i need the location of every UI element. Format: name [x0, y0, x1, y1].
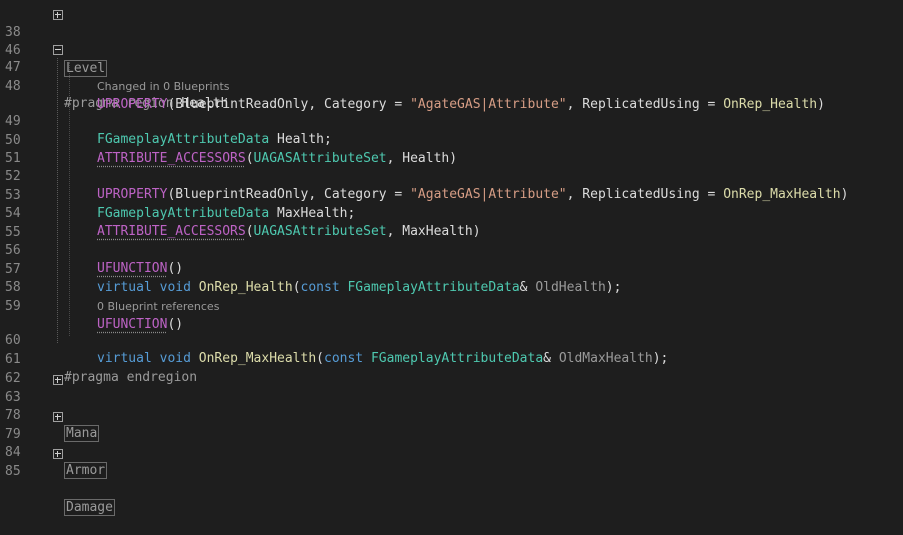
code-text: (BlueprintReadOnly, Category = [167, 97, 411, 112]
code-text: & [543, 351, 559, 366]
code-line: 60 virtual void OnRep_MaxHealth(const FG… [0, 314, 668, 366]
code-text: ); [652, 351, 669, 366]
code-line: 62 [0, 352, 31, 386]
ufunction-macro: UFUNCTION [97, 317, 168, 332]
keyword: void [159, 351, 191, 366]
code-text: () [167, 261, 184, 276]
code-text: ( [245, 151, 254, 166]
code-text: , MaxHealth) [386, 224, 481, 239]
code-text: ( [316, 351, 324, 366]
type-name: FGameplayAttributeData [370, 351, 544, 366]
collapsed-region-mana[interactable]: Mana [64, 425, 100, 442]
code-line: 54 ATTRIBUTE_ACCESSORS(UAGASAttributeSet… [0, 187, 481, 239]
keyword: const [300, 280, 340, 295]
code-line: 78 [0, 389, 31, 423]
type-name: FGameplayAttributeData [347, 280, 520, 295]
code-text: , ReplicatedUsing = [566, 97, 724, 112]
code-line: 50 ATTRIBUTE_ACCESSORS(UAGASAttributeSet… [0, 114, 457, 166]
expand-icon[interactable] [53, 412, 63, 422]
code-line: 61 #pragma endregion [0, 333, 197, 385]
code-line: 49 FGameplayAttributeData Health; [0, 95, 332, 147]
code-line: 47 #pragma region Health [0, 41, 228, 111]
function-name: OnRep_Health [198, 280, 293, 295]
code-line: 51 [0, 132, 31, 166]
code-text: () [167, 317, 184, 332]
accessors-macro: ATTRIBUTE_ACCESSORS [97, 224, 246, 239]
code-line: 55 [0, 206, 31, 240]
code-text: , Health) [386, 151, 458, 166]
blueprint-hint[interactable]: 0 Blueprint references [97, 300, 219, 314]
parameter-name: OldMaxHealth [558, 351, 653, 366]
code-text: ( [245, 224, 254, 239]
code-text: ( [292, 280, 301, 295]
line-number: 85 [5, 464, 21, 479]
region-guide [57, 58, 58, 343]
collapsed-region-damage[interactable]: Damage [64, 499, 115, 516]
uproperty-macro: UPROPERTY [97, 97, 168, 112]
code-text: Health; [269, 132, 332, 147]
accessors-macro: ATTRIBUTE_ACCESSORS [97, 151, 246, 166]
code-line: 84 [0, 426, 31, 460]
ufunction-macro: UFUNCTION [97, 261, 168, 276]
class-name: UAGASAttributeSet [253, 224, 387, 239]
keyword: const [324, 351, 364, 366]
code-line: 59 UFUNCTION() [0, 280, 183, 332]
expand-icon[interactable] [53, 375, 63, 385]
expand-icon[interactable] [53, 10, 63, 20]
code-text: ); [605, 280, 622, 295]
code-text: & [519, 280, 536, 295]
code-text: ) [817, 97, 825, 112]
code-text: , ReplicatedUsing = [566, 187, 724, 202]
collapse-icon[interactable] [53, 45, 63, 55]
collapsed-region-armor[interactable]: Armor [64, 462, 108, 479]
code-line: 56 UFUNCTION() [0, 224, 183, 276]
parameter-name: OldHealth [535, 280, 606, 295]
code-text: MaxHealth; [269, 206, 356, 221]
code-line: 58 [0, 261, 31, 295]
pragma-endregion: #pragma endregion [64, 370, 198, 385]
blueprint-hint[interactable]: Changed in 0 Blueprints [97, 80, 230, 94]
code-line: 52 UPROPERTY(BlueprintReadOnly, Category… [0, 150, 848, 202]
code-line: 57 virtual void OnRep_Health(const FGame… [0, 243, 621, 295]
keyword: virtual [97, 280, 152, 295]
type-name: FGameplayAttributeData [97, 132, 270, 147]
category-string: "AgateGAS|Attribute" [410, 187, 567, 202]
keyword: virtual [97, 351, 152, 366]
code-line: 46 [0, 24, 31, 58]
rep-function: OnRep_MaxHealth [723, 187, 841, 202]
category-string: "AgateGAS|Attribute" [410, 97, 567, 112]
expand-icon[interactable] [53, 449, 63, 459]
code-editor[interactable]: 38 Level 46 47 #pragma region Health 48 … [0, 0, 903, 516]
function-name: OnRep_MaxHealth [198, 351, 317, 366]
class-name: UAGASAttributeSet [253, 151, 387, 166]
code-line: 48 UPROPERTY(BlueprintReadOnly, Category… [0, 60, 825, 112]
code-line: 85 Damage [0, 445, 115, 516]
collapsed-region-level[interactable]: Level [64, 60, 108, 77]
keyword: void [159, 280, 191, 295]
code-line: 63 Mana [0, 371, 100, 442]
rep-function: OnRep_Health [723, 97, 818, 112]
code-line: 38 Level [0, 6, 108, 77]
uproperty-macro: UPROPERTY [97, 187, 168, 202]
code-text: (BlueprintReadOnly, Category = [167, 187, 411, 202]
code-line: 53 FGameplayAttributeData MaxHealth; [0, 169, 355, 221]
type-name: FGameplayAttributeData [97, 206, 270, 221]
code-line: 79 Armor [0, 408, 108, 479]
line-number: 48 [5, 79, 21, 94]
code-text: ) [840, 187, 849, 202]
